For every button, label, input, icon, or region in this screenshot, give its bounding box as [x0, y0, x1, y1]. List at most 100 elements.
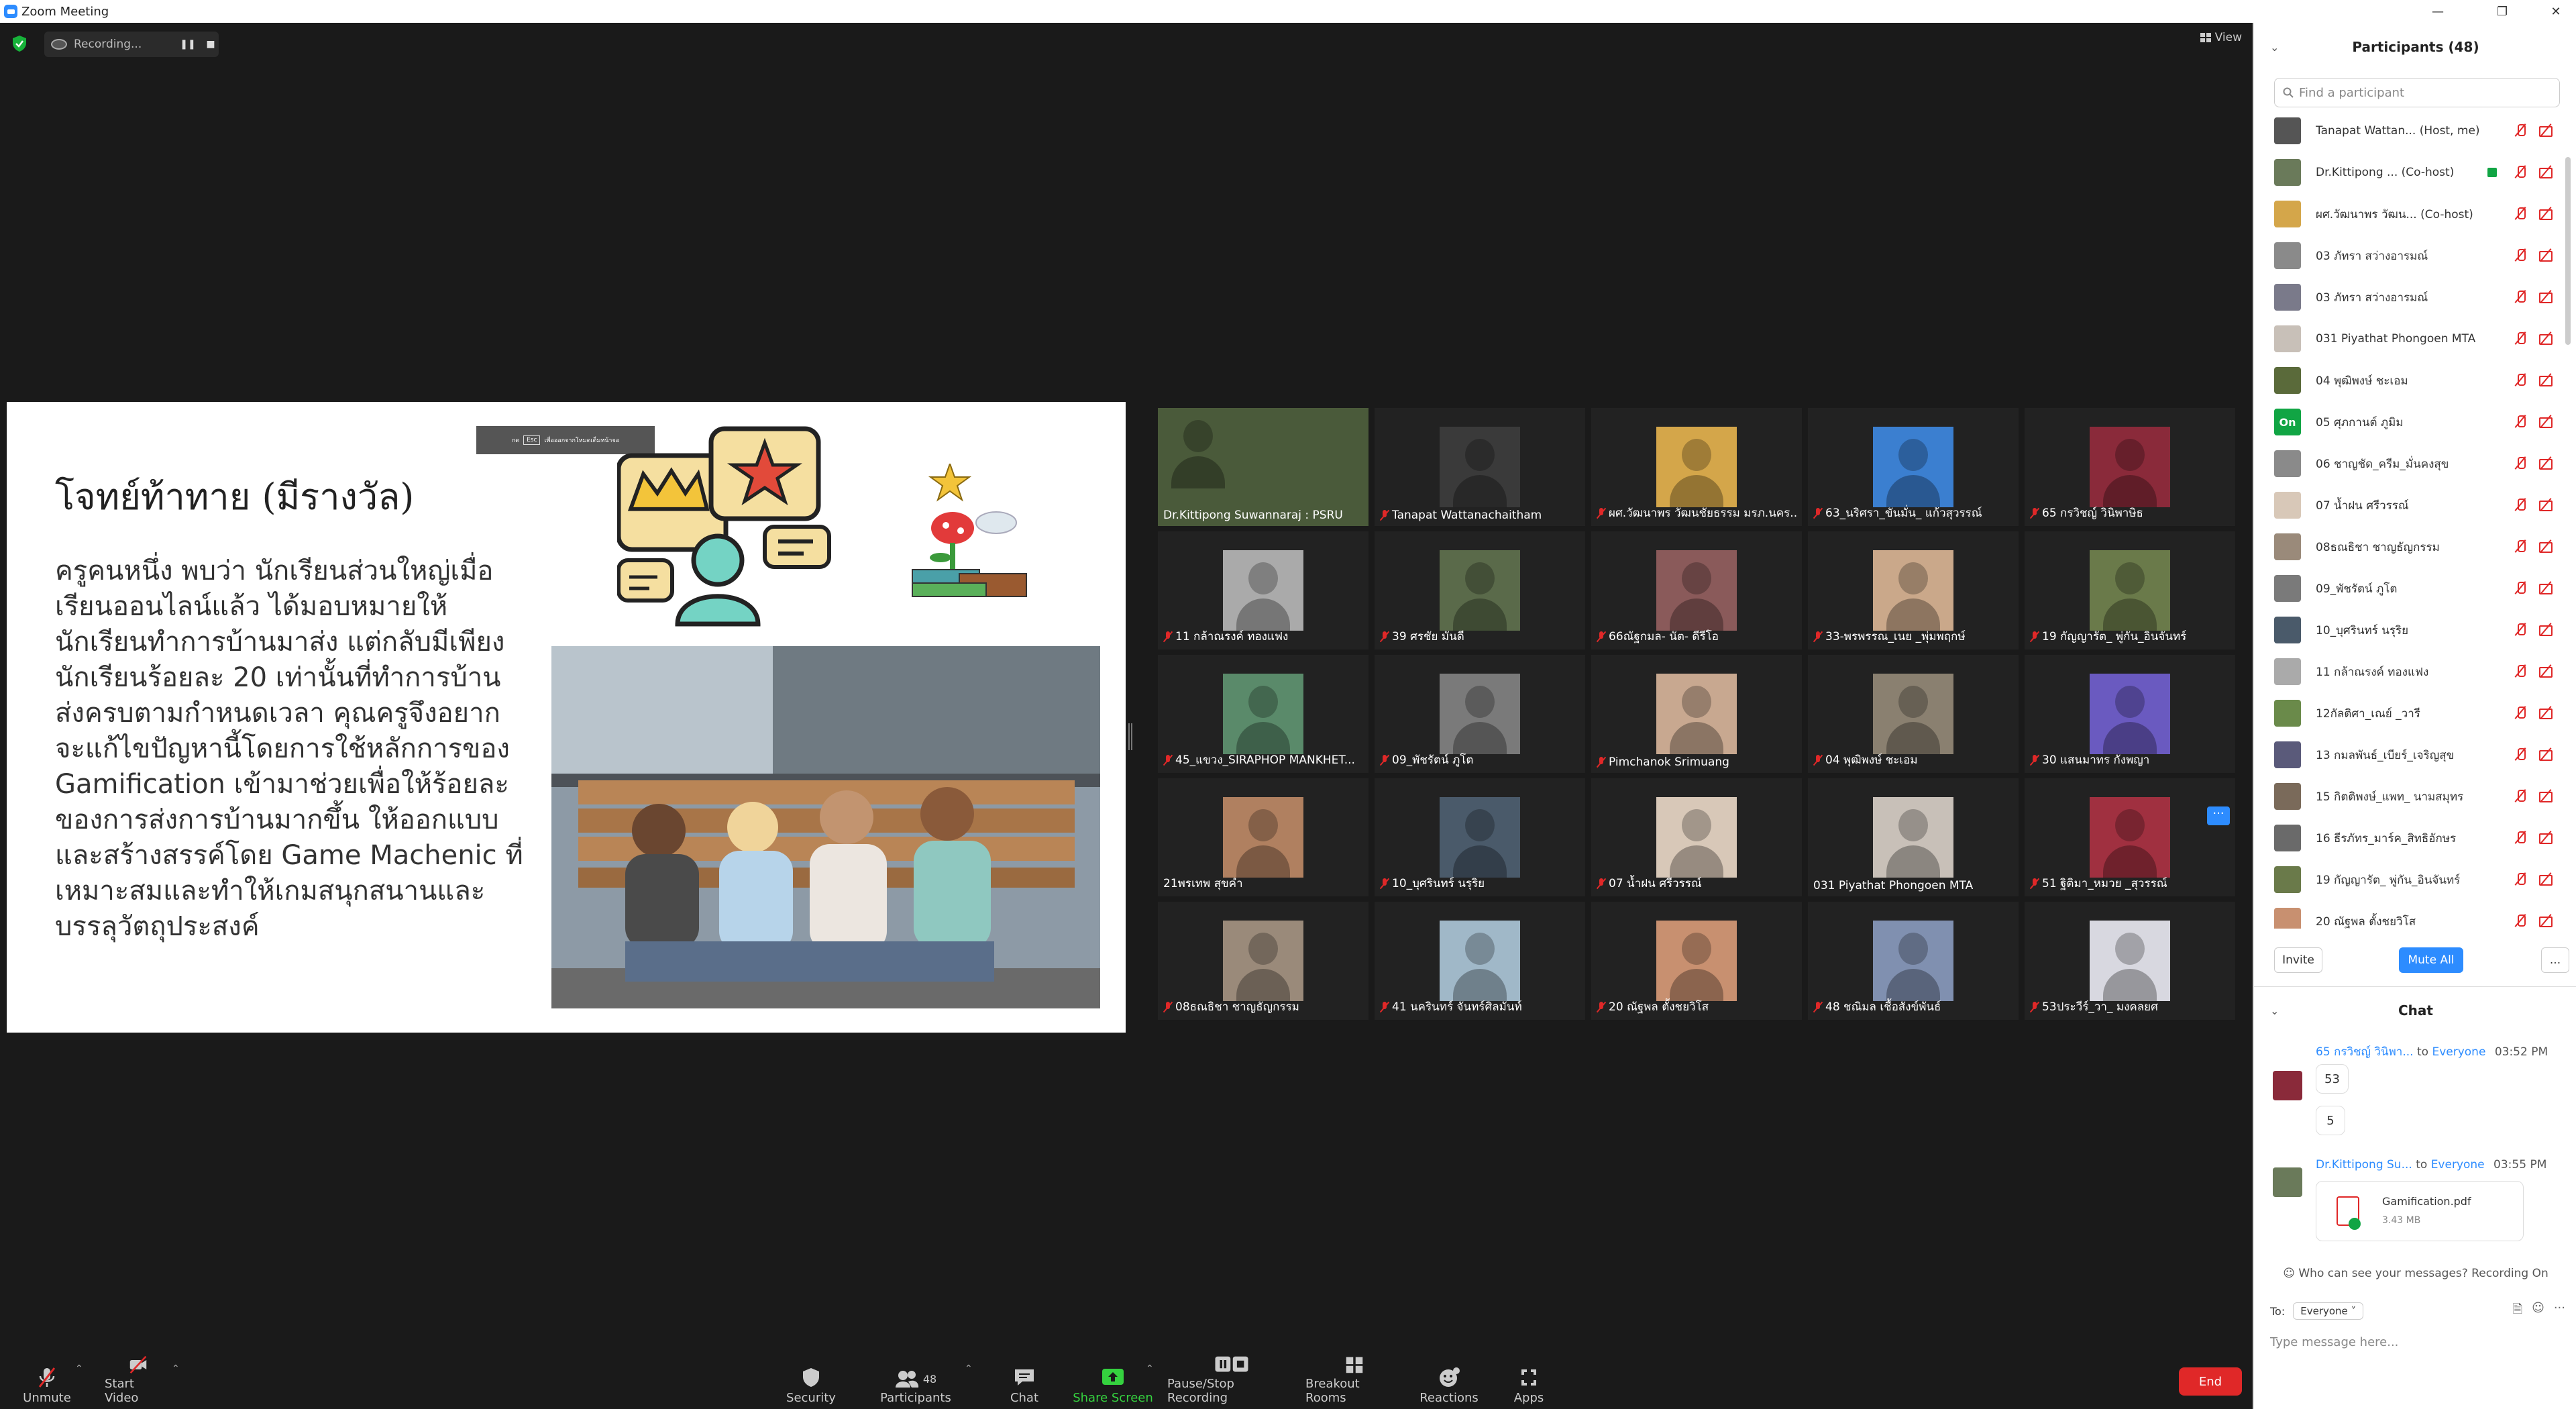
stop-recording-icon[interactable]: ■	[203, 39, 219, 50]
participant-row[interactable]: ผศ.วัฒนาพร วัฒน... (Co-host)	[2254, 193, 2569, 235]
video-tile[interactable]: 20 ณัฐพล ตั้งชยวิโส	[1591, 902, 1802, 1020]
video-tile[interactable]: 51 ฐิติมา_หมวย _สุวรรณ์	[2025, 778, 2235, 896]
splitter-handle[interactable]	[1128, 723, 1132, 750]
video-tile[interactable]: 65 กรวิชญ์ วินิพาษิธ	[2025, 408, 2235, 526]
video-tile[interactable]: 63_นริศรา_ขันมั่น_ แก้วสุวรรณ์	[1808, 408, 2019, 526]
chat-button[interactable]: Chat	[994, 1355, 1055, 1409]
participant-row[interactable]: 08ธณธิชา ชาญธัญกรรม	[2254, 526, 2569, 568]
muted-mic-icon[interactable]	[2513, 165, 2528, 178]
participant-row[interactable]: 03 ภัทรา สว่างอารมณ์	[2254, 235, 2569, 276]
muted-mic-icon[interactable]	[2513, 539, 2528, 553]
video-tile[interactable]: 04 พุฒิพงษ์ ชะเอม	[1808, 655, 2019, 773]
participant-row[interactable]: 20 ณัฐพล ตั้งชยวิโส	[2254, 900, 2569, 929]
video-tile[interactable]: 30 แสนมาทร กังพญา	[2025, 655, 2235, 773]
breakout-rooms-button[interactable]: Breakout Rooms	[1305, 1355, 1403, 1409]
security-shield-icon[interactable]	[12, 35, 27, 52]
video-tile[interactable]: 66ณัฐกมล- นัต- ดีรีโอ	[1591, 531, 1802, 649]
recording-indicator[interactable]: Recording... ❚❚ ■	[44, 32, 219, 57]
muted-mic-icon[interactable]	[2513, 664, 2528, 678]
participant-row[interactable]: 16 ธีรภัทร_มาร์ค_สิทธิอักษร	[2254, 817, 2569, 859]
video-tile[interactable]: 031 Piyathat Phongoen MTA	[1808, 778, 2019, 896]
video-tile[interactable]: Dr.Kittipong Suwannaraj : PSRU	[1158, 408, 1368, 526]
chat-more-icon[interactable]: ···	[2554, 1301, 2565, 1321]
video-tile[interactable]: Pimchanok Srimuang	[1591, 655, 1802, 773]
video-tile[interactable]: 21พรเทพ สุขคำ	[1158, 778, 1368, 896]
muted-mic-icon[interactable]	[2513, 331, 2528, 345]
video-tile[interactable]: 10_บุศรินทร์ นรุริย	[1375, 778, 1585, 896]
participant-row[interactable]: 10_บุศรินทร์ นรุริย	[2254, 609, 2569, 651]
minimize-icon[interactable]: —	[2418, 0, 2458, 23]
chat-sender[interactable]: Dr.Kittipong Su...	[2316, 1158, 2412, 1171]
muted-mic-icon[interactable]	[2513, 747, 2528, 761]
pause-stop-recording-button[interactable]: Pause/Stop Recording	[1167, 1355, 1296, 1409]
mute-all-button[interactable]: Mute All	[2399, 947, 2463, 973]
participant-row[interactable]: On 05 ศุภกานต์ ภูมิม	[2254, 401, 2569, 443]
participant-row[interactable]: 07 น้ำฝน ศรีวรรณ์	[2254, 484, 2569, 526]
participant-row[interactable]: 19 กัญญารัต_ พู่กัน_อินจันทร์	[2254, 859, 2569, 900]
participant-row[interactable]: 04 พุฒิพงษ์ ชะเอม	[2254, 360, 2569, 401]
collapse-chat-chevron-icon[interactable]: ⌄	[2270, 1004, 2279, 1017]
share-screen-button[interactable]: Share Screen	[1071, 1355, 1155, 1409]
participant-row[interactable]: 03 ภัทรา สว่างอารมณ์	[2254, 276, 2569, 318]
start-video-button[interactable]: Start Video	[105, 1355, 172, 1409]
video-tile[interactable]: 19 กัญญารัต_ พู่กัน_อินจันทร์	[2025, 531, 2235, 649]
participant-row[interactable]: Tanapat Wattan... (Host, me)	[2254, 110, 2569, 152]
muted-mic-icon[interactable]	[2513, 872, 2528, 886]
reactions-button[interactable]: Reactions	[1417, 1355, 1481, 1409]
muted-mic-icon[interactable]	[2513, 207, 2528, 220]
participant-row[interactable]: 031 Piyathat Phongoen MTA	[2254, 318, 2569, 360]
find-participant-input[interactable]: Find a participant	[2274, 78, 2560, 107]
video-tile[interactable]: 41 นครินทร์ จันทร์ศิลมันท์	[1375, 902, 1585, 1020]
participant-row[interactable]: 15 กิตติพงษ์_แพท_ นามสมุทร	[2254, 776, 2569, 817]
close-icon[interactable]: ✕	[2536, 0, 2576, 23]
file-attach-icon[interactable]: 🗎	[2513, 1301, 2522, 1321]
gallery-more-options-icon[interactable]: ···	[2207, 806, 2230, 825]
restore-icon[interactable]: ❐	[2482, 0, 2522, 23]
muted-mic-icon[interactable]	[2513, 290, 2528, 303]
participant-row[interactable]: 11 กล้าณรงค์ ทองแฟง	[2254, 651, 2569, 692]
muted-mic-icon[interactable]	[2513, 248, 2528, 262]
apps-button[interactable]: Apps	[1500, 1355, 1558, 1409]
video-tile[interactable]: 39 ศรชัย มันดี	[1375, 531, 1585, 649]
audio-options-caret-icon[interactable]: ⌃	[75, 1363, 83, 1374]
security-button[interactable]: Security	[781, 1355, 841, 1409]
share-options-caret-icon[interactable]: ⌃	[1146, 1363, 1154, 1374]
participant-row[interactable]: 06 ชาญชัด_ครีม_มั่นคงสุข	[2254, 443, 2569, 484]
participant-row[interactable]: 09_พัชรัตน์ ภูโต	[2254, 568, 2569, 609]
chat-message-input[interactable]: Type message here...	[2270, 1335, 2398, 1349]
muted-mic-icon[interactable]	[2513, 123, 2528, 137]
invite-button[interactable]: Invite	[2274, 947, 2322, 973]
muted-mic-icon[interactable]	[2513, 623, 2528, 636]
video-tile[interactable]: Tanapat Wattanachaitham	[1375, 408, 1585, 526]
emoji-icon[interactable]: ☺	[2532, 1301, 2544, 1321]
view-button[interactable]: View	[2200, 31, 2242, 44]
video-tile[interactable]: 53ประวีร์_วา_ มงคลยศ	[2025, 902, 2235, 1020]
video-options-caret-icon[interactable]: ⌃	[172, 1363, 180, 1374]
end-meeting-button[interactable]: End	[2179, 1367, 2242, 1396]
muted-mic-icon[interactable]	[2513, 415, 2528, 428]
muted-mic-icon[interactable]	[2513, 456, 2528, 470]
video-tile[interactable]: 07 น้ำฝน ศรีวรรณ์	[1591, 778, 1802, 896]
participants-more-button[interactable]: ...	[2541, 947, 2569, 973]
muted-mic-icon[interactable]	[2513, 789, 2528, 802]
participant-list-scrollbar[interactable]	[2565, 157, 2571, 345]
participant-row[interactable]: Dr.Kittipong ... (Co-host)	[2254, 152, 2569, 193]
video-tile[interactable]: 08ธณธิชา ชาญธัญกรรม	[1158, 902, 1368, 1020]
video-tile[interactable]: 45_แขวง_SIRAPHOP MANKHET...	[1158, 655, 1368, 773]
video-tile[interactable]: 48 ชณิมล เชื้อสังข์พันธ์	[1808, 902, 2019, 1020]
pause-recording-icon[interactable]: ❚❚	[180, 39, 196, 50]
participant-row[interactable]: 13 กมลพันธ์_เบียร์_เจริญสุข	[2254, 734, 2569, 776]
muted-mic-icon[interactable]	[2513, 706, 2528, 719]
unmute-button[interactable]: Unmute	[20, 1355, 74, 1409]
muted-mic-icon[interactable]	[2513, 831, 2528, 844]
collapse-participants-chevron-icon[interactable]: ⌄	[2270, 41, 2279, 54]
chat-sender[interactable]: 65 กรวิชญ์ วินิพา...	[2316, 1045, 2414, 1059]
video-tile[interactable]: 11 กล้าณรงค์ ทองแฟง	[1158, 531, 1368, 649]
video-tile[interactable]: ผศ.วัฒนาพร วัฒนชัยธรรม มรภ.นคร...	[1591, 408, 1802, 526]
muted-mic-icon[interactable]	[2513, 914, 2528, 927]
participants-button[interactable]: 48 Participants	[879, 1355, 953, 1409]
chat-file-attachment[interactable]: Gamification.pdf 3.43 MB	[2316, 1181, 2524, 1241]
muted-mic-icon[interactable]	[2513, 498, 2528, 511]
video-tile[interactable]: 09_พัชรัตน์ ภูโต	[1375, 655, 1585, 773]
participant-row[interactable]: 12กัลติศา_เณย์ _วารี	[2254, 692, 2569, 734]
